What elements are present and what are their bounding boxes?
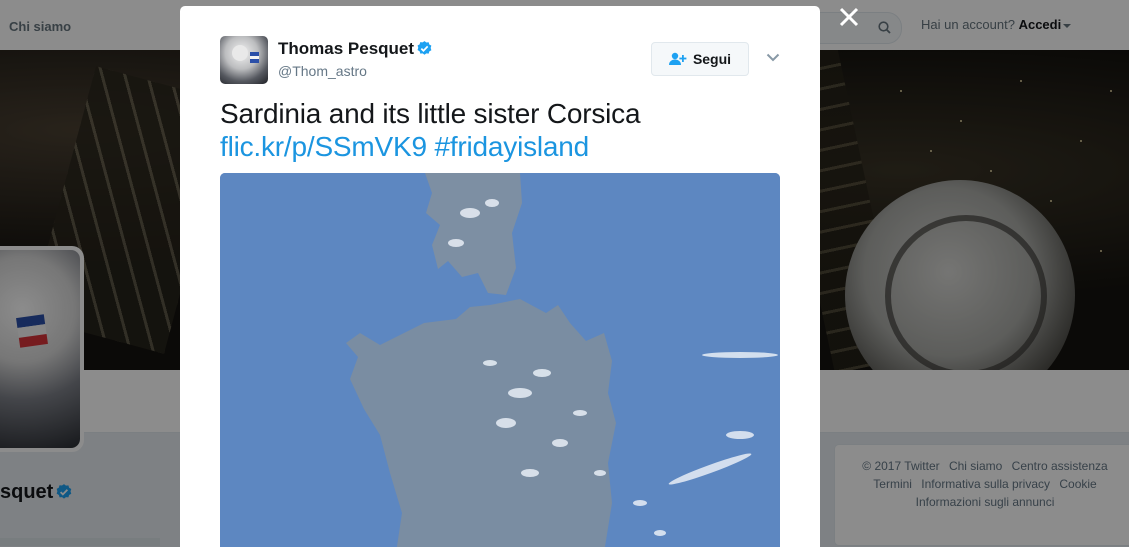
author-name[interactable]: Thomas Pesquet (278, 39, 433, 59)
verified-badge-icon (417, 41, 432, 55)
follow-button[interactable]: Segui (651, 42, 749, 76)
astronaut-avatar-graphic (232, 45, 259, 63)
author-name-text: Thomas Pesquet (278, 39, 415, 58)
author-handle[interactable]: @Thom_astro (278, 63, 367, 79)
tweet-text: Sardinia and its little sister Corsica f… (220, 97, 780, 163)
add-user-icon (668, 52, 687, 65)
chevron-down-icon[interactable] (766, 53, 780, 62)
satellite-photo-graphic (220, 173, 780, 547)
follow-label: Segui (692, 51, 732, 67)
tweet-photo[interactable] (220, 173, 780, 547)
tweet-link[interactable]: flic.kr/p/SSmVK9 (220, 131, 427, 162)
close-icon[interactable] (836, 4, 862, 30)
tweet-permalink-modal: Thomas Pesquet @Thom_astro Segui Sardini… (180, 6, 820, 547)
tweet-body: Sardinia and its little sister Corsica (220, 98, 641, 129)
tweet-hashtag[interactable]: #fridayisland (434, 131, 589, 162)
author-avatar[interactable] (220, 36, 268, 84)
